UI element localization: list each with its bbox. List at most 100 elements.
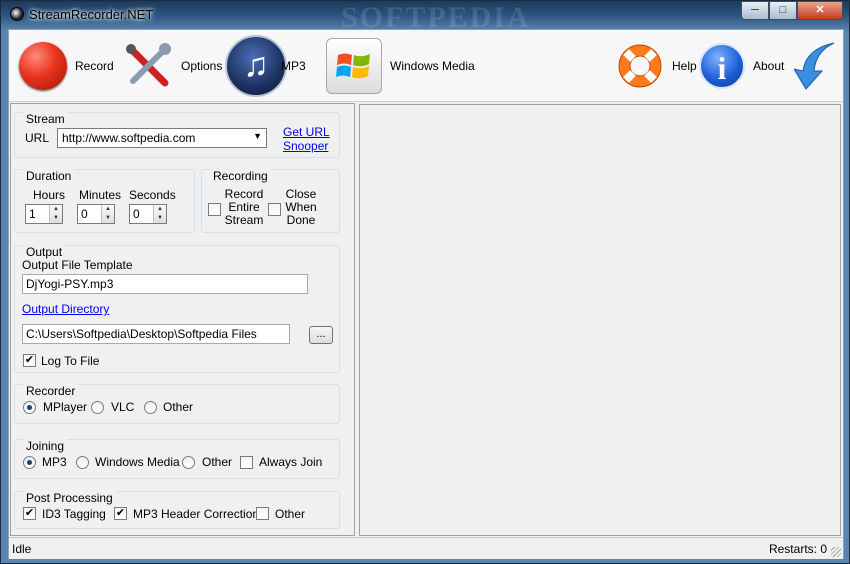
resize-grip-icon[interactable] [831, 547, 841, 557]
joining-label-windows-media[interactable]: Windows Media [95, 455, 180, 469]
output-template-input[interactable]: DjYogi-PSY.mp3 [22, 274, 308, 294]
go-arrow-button[interactable] [794, 36, 840, 96]
close-when-done-checkbox[interactable] [268, 203, 281, 216]
seconds-spin-buttons[interactable]: ▲ ▼ [153, 205, 166, 223]
output-group: Output Output File Template DjYogi-PSY.m… [14, 245, 340, 373]
post-processing-group: Post Processing ✔ ID3 Tagging ✔ MP3 Head… [14, 491, 340, 529]
recorder-radio-mplayer[interactable] [23, 401, 36, 414]
windows-logo-icon [326, 38, 382, 94]
id3-tagging-label[interactable]: ID3 Tagging [42, 507, 106, 521]
seconds-stepper[interactable]: 0 ▲ ▼ [129, 204, 167, 224]
close-when-done-label[interactable]: Close When Done [284, 188, 318, 227]
duration-group-title: Duration [23, 169, 75, 183]
windows-media-label: Windows Media [390, 59, 475, 73]
always-join-checkbox[interactable] [240, 456, 253, 469]
about-label: About [753, 59, 785, 73]
recorder-label-mplayer[interactable]: MPlayer [43, 400, 87, 414]
hours-spin-buttons[interactable]: ▲ ▼ [49, 205, 62, 223]
close-button[interactable]: ✕ [797, 1, 843, 20]
record-entire-stream-checkbox[interactable] [208, 203, 221, 216]
blue-arrow-icon [794, 42, 835, 90]
recorder-label-other[interactable]: Other [163, 400, 193, 414]
log-to-file-label[interactable]: Log To File [41, 354, 99, 368]
close-when-done-line3: Done [286, 213, 316, 227]
status-bar: Idle Restarts: 0 [9, 537, 843, 559]
record-label: Record [75, 59, 114, 73]
url-label: URL [25, 131, 50, 145]
output-directory-input[interactable]: C:\Users\Softpedia\Desktop\Softpedia Fil… [22, 324, 290, 344]
minutes-spin-buttons[interactable]: ▲ ▼ [101, 205, 114, 223]
url-snooper-link-line1[interactable]: Get URL [283, 125, 330, 139]
minimize-button[interactable]: ─ [741, 1, 769, 20]
joining-label-other[interactable]: Other [202, 455, 232, 469]
joining-radio-windows-media[interactable] [76, 456, 89, 469]
mp3-header-correction-label[interactable]: MP3 Header Correction [133, 507, 259, 521]
url-value: http://www.softpedia.com [62, 131, 196, 145]
window-title: StreamRecorder.NET [29, 7, 154, 22]
seconds-value: 0 [133, 207, 140, 221]
options-label: Options [181, 59, 223, 73]
restarts-count: Restarts: 0 [768, 542, 827, 556]
minutes-value: 0 [81, 207, 88, 221]
info-icon: i [699, 43, 745, 89]
status-text: Idle [12, 542, 32, 556]
help-label: Help [672, 59, 697, 73]
hours-label: Hours [33, 188, 66, 202]
log-output-panel[interactable] [359, 104, 841, 536]
hours-stepper[interactable]: 1 ▲ ▼ [25, 204, 63, 224]
windows-media-button[interactable]: Windows Media [326, 36, 475, 96]
recording-group: Recording Record Entire Stream Close Whe… [201, 169, 340, 233]
minutes-label: Minutes [79, 188, 122, 202]
browse-button[interactable]: ... [309, 326, 333, 344]
post-other-checkbox[interactable] [256, 507, 269, 520]
about-button[interactable]: i About [699, 36, 784, 96]
joining-radio-other[interactable] [182, 456, 195, 469]
duration-group: Duration Hours Minutes Seconds 1 ▲ ▼ 0 ▲ ▼… [14, 169, 195, 233]
mp3-label: MP3 [281, 59, 306, 73]
hours-value: 1 [29, 207, 36, 221]
always-join-label[interactable]: Always Join [259, 455, 322, 469]
minutes-stepper[interactable]: 0 ▲ ▼ [77, 204, 115, 224]
url-snooper-link-line2[interactable]: Snooper [283, 139, 328, 153]
maximize-button[interactable]: □ [769, 1, 797, 20]
lifebuoy-icon [618, 44, 662, 88]
recorder-group: Recorder MPlayer VLC Other [14, 384, 340, 424]
id3-tagging-checkbox[interactable]: ✔ [23, 507, 36, 520]
recorder-label-vlc[interactable]: VLC [111, 400, 134, 414]
joining-group: Joining MP3 Windows Media Other Always J… [14, 439, 340, 479]
client-area: Record Options ♫ MP3 Windows Media Help … [8, 29, 844, 559]
record-button[interactable]: Record [19, 36, 114, 96]
title-bar[interactable]: StreamRecorder.NET SOFTPEDIA ─ □ ✕ [1, 1, 849, 34]
seconds-label: Seconds [129, 188, 176, 202]
help-button[interactable]: Help [616, 36, 697, 96]
post-other-label[interactable]: Other [275, 507, 305, 521]
joining-group-title: Joining [23, 439, 68, 453]
url-combobox[interactable]: http://www.softpedia.com ▼ [57, 128, 267, 148]
joining-radio-mp3[interactable] [23, 456, 36, 469]
recorder-group-title: Recorder [23, 384, 79, 398]
post-processing-group-title: Post Processing [23, 491, 116, 505]
output-group-title: Output [23, 245, 66, 259]
stream-group-title: Stream [23, 112, 68, 126]
log-to-file-checkbox[interactable]: ✔ [23, 354, 36, 367]
recording-group-title: Recording [210, 169, 271, 183]
tools-icon [126, 43, 171, 87]
mp3-button[interactable]: ♫ MP3 [225, 34, 306, 98]
output-directory-link[interactable]: Output Directory [22, 302, 109, 316]
toolbar: Record Options ♫ MP3 Windows Media Help … [9, 30, 843, 102]
output-template-label: Output File Template [22, 258, 133, 272]
options-button[interactable]: Options [123, 36, 222, 96]
recorder-radio-vlc[interactable] [91, 401, 104, 414]
record-entire-line3: Stream [224, 213, 264, 227]
record-icon [19, 42, 67, 90]
joining-label-mp3[interactable]: MP3 [42, 455, 67, 469]
record-entire-stream-label[interactable]: Record Entire Stream [224, 188, 264, 227]
app-icon[interactable] [10, 7, 24, 21]
window-controls: ─ □ ✕ [741, 1, 843, 21]
settings-panel: Stream URL http://www.softpedia.com ▼ Ge… [10, 103, 355, 536]
recorder-radio-other[interactable] [144, 401, 157, 414]
chevron-down-icon[interactable]: ▼ [253, 131, 262, 141]
stream-group: Stream URL http://www.softpedia.com ▼ Ge… [14, 112, 340, 158]
mp3-header-correction-checkbox[interactable]: ✔ [114, 507, 127, 520]
music-note-icon: ♫ [225, 35, 287, 97]
